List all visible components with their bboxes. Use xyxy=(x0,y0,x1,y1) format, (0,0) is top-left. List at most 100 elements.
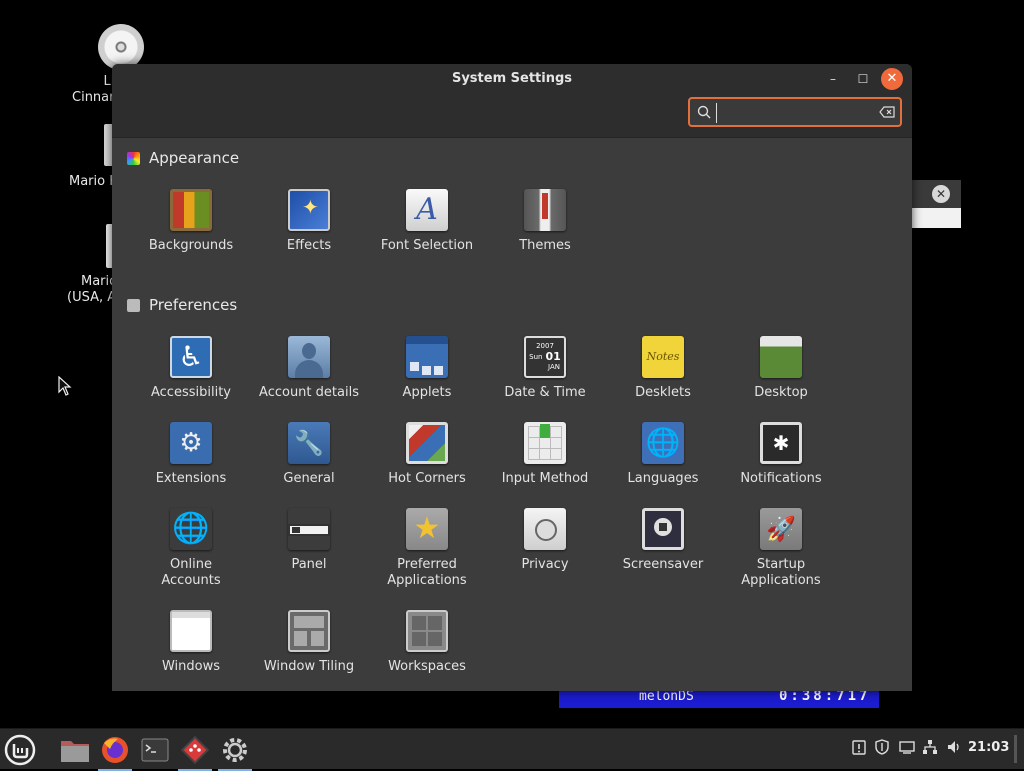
item-label: General xyxy=(283,471,335,486)
settings-item-input-method[interactable]: Input Method xyxy=(486,422,604,487)
taskbar-files[interactable] xyxy=(58,733,92,767)
preferences-icon xyxy=(127,299,140,312)
settings-item-font-selection[interactable]: A Font Selection xyxy=(368,189,486,254)
taskbar: 21:03 xyxy=(0,728,1024,771)
taskbar-settings[interactable] xyxy=(218,733,252,771)
search-field[interactable] xyxy=(688,97,902,127)
settings-item-workspaces[interactable]: Workspaces xyxy=(368,610,486,675)
star-icon: ★ xyxy=(406,508,448,550)
item-label: Panel xyxy=(291,557,327,572)
item-label: Notifications xyxy=(740,471,822,486)
taskbar-firefox[interactable] xyxy=(98,733,132,771)
item-label: Online xyxy=(170,557,212,572)
section-appearance-header: Appearance xyxy=(127,149,239,167)
search-input[interactable] xyxy=(716,103,871,123)
workspaces-icon xyxy=(406,610,448,652)
item-label: Date & Time xyxy=(504,385,586,400)
item-label: Backgrounds xyxy=(148,238,234,253)
item-label: Effects xyxy=(286,238,332,253)
settings-item-effects[interactable]: ✦ Effects xyxy=(250,189,368,254)
emulator-title: melonDS xyxy=(639,689,694,704)
settings-item-date-time[interactable]: 2007 Sun 01 JAN Date & Time xyxy=(486,336,604,401)
settings-item-accessibility[interactable]: ♿ Accessibility xyxy=(132,336,250,401)
display-icon[interactable] xyxy=(898,739,916,757)
item-label: Account details xyxy=(259,385,359,400)
item-label: Extensions xyxy=(155,471,227,486)
close-button[interactable]: ✕ xyxy=(881,68,903,90)
titlebar[interactable]: System Settings – ☐ ✕ xyxy=(112,64,912,138)
system-settings-window: System Settings – ☐ ✕ Appearance Backgro… xyxy=(112,64,912,691)
settings-item-screensaver[interactable]: Screensaver xyxy=(604,508,722,573)
lock-icon xyxy=(642,508,684,550)
settings-item-extensions[interactable]: ⚙ Extensions xyxy=(132,422,250,487)
settings-item-account-details[interactable]: Account details xyxy=(250,336,368,401)
maximize-button[interactable]: ☐ xyxy=(852,68,874,90)
taskbar-game[interactable] xyxy=(178,733,212,771)
section-preferences-header: Preferences xyxy=(127,296,237,314)
settings-item-general[interactable]: 🔧 General xyxy=(250,422,368,487)
date-month: JAN xyxy=(548,363,560,371)
appearance-icon xyxy=(127,152,140,165)
window-icon xyxy=(170,610,212,652)
settings-item-preferred-applications[interactable]: ★ Preferred Applications xyxy=(368,508,486,589)
item-label: Font Selection xyxy=(380,238,474,253)
settings-item-startup-applications[interactable]: 🚀 Startup Applications xyxy=(722,508,840,589)
background-window-close-button[interactable]: ✕ xyxy=(932,185,950,203)
settings-item-languages[interactable]: 🌐 Languages xyxy=(604,422,722,487)
menu-button[interactable] xyxy=(3,733,37,767)
clear-text-icon[interactable] xyxy=(879,106,895,118)
hot-corners-icon xyxy=(406,422,448,464)
background-window-content xyxy=(912,208,961,228)
settings-item-panel[interactable]: Panel xyxy=(250,508,368,573)
update-manager-icon[interactable] xyxy=(850,739,868,757)
settings-item-hot-corners[interactable]: Hot Corners xyxy=(368,422,486,487)
wrench-icon: 🔧 xyxy=(288,422,330,464)
item-label: Input Method xyxy=(501,471,589,486)
settings-item-privacy[interactable]: Privacy xyxy=(486,508,604,573)
accessibility-icon: ♿ xyxy=(170,336,212,378)
item-label: Windows xyxy=(161,659,221,674)
settings-item-windows[interactable]: Windows xyxy=(132,610,250,675)
safe-icon xyxy=(524,508,566,550)
date-day: Sun xyxy=(529,353,543,361)
show-desktop-handle[interactable] xyxy=(1014,735,1017,763)
calendar-icon: 2007 Sun 01 JAN xyxy=(524,336,566,378)
settings-item-themes[interactable]: Themes xyxy=(486,189,604,254)
shield-icon[interactable] xyxy=(873,739,891,757)
settings-item-online-accounts[interactable]: 🌐 Online Accounts xyxy=(132,508,250,589)
desktop-icon xyxy=(760,336,802,378)
item-label: Accounts xyxy=(161,573,221,588)
item-label: Applications xyxy=(741,573,821,588)
tiling-icon xyxy=(288,610,330,652)
volume-icon[interactable] xyxy=(945,739,963,757)
themes-icon xyxy=(524,189,566,231)
settings-item-applets[interactable]: Applets xyxy=(368,336,486,401)
window-title: System Settings xyxy=(451,71,573,86)
panel-icon xyxy=(288,508,330,550)
settings-item-window-tiling[interactable]: Window Tiling xyxy=(250,610,368,675)
item-label: Applets xyxy=(402,385,452,400)
item-label: Startup xyxy=(756,557,806,572)
minimize-button[interactable]: – xyxy=(822,68,844,90)
item-label: Desklets xyxy=(635,385,691,400)
desklets-icon: Notes xyxy=(642,336,684,378)
settings-item-notifications[interactable]: ✱ Notifications xyxy=(722,422,840,487)
game-icon xyxy=(180,735,210,765)
section-title: Preferences xyxy=(149,296,238,314)
online-accounts-icon: 🌐 xyxy=(170,508,212,550)
font-selection-icon: A xyxy=(406,189,448,231)
settings-item-backgrounds[interactable]: Backgrounds xyxy=(132,189,250,254)
settings-item-desklets[interactable]: Notes Desklets xyxy=(604,336,722,401)
network-icon[interactable] xyxy=(921,739,939,757)
globe-icon: 🌐 xyxy=(642,422,684,464)
item-label: Preferred xyxy=(397,557,457,572)
taskbar-terminal[interactable] xyxy=(138,733,172,767)
item-label: Window Tiling xyxy=(263,659,355,674)
clock[interactable]: 21:03 xyxy=(968,740,1009,755)
keyboard-icon xyxy=(524,422,566,464)
settings-item-desktop[interactable]: Desktop xyxy=(722,336,840,401)
item-label: Hot Corners xyxy=(388,471,466,486)
emulator-window[interactable]: melonDS 0:38:717 xyxy=(559,688,879,708)
mint-logo-icon xyxy=(4,734,36,766)
backgrounds-icon xyxy=(170,189,212,231)
